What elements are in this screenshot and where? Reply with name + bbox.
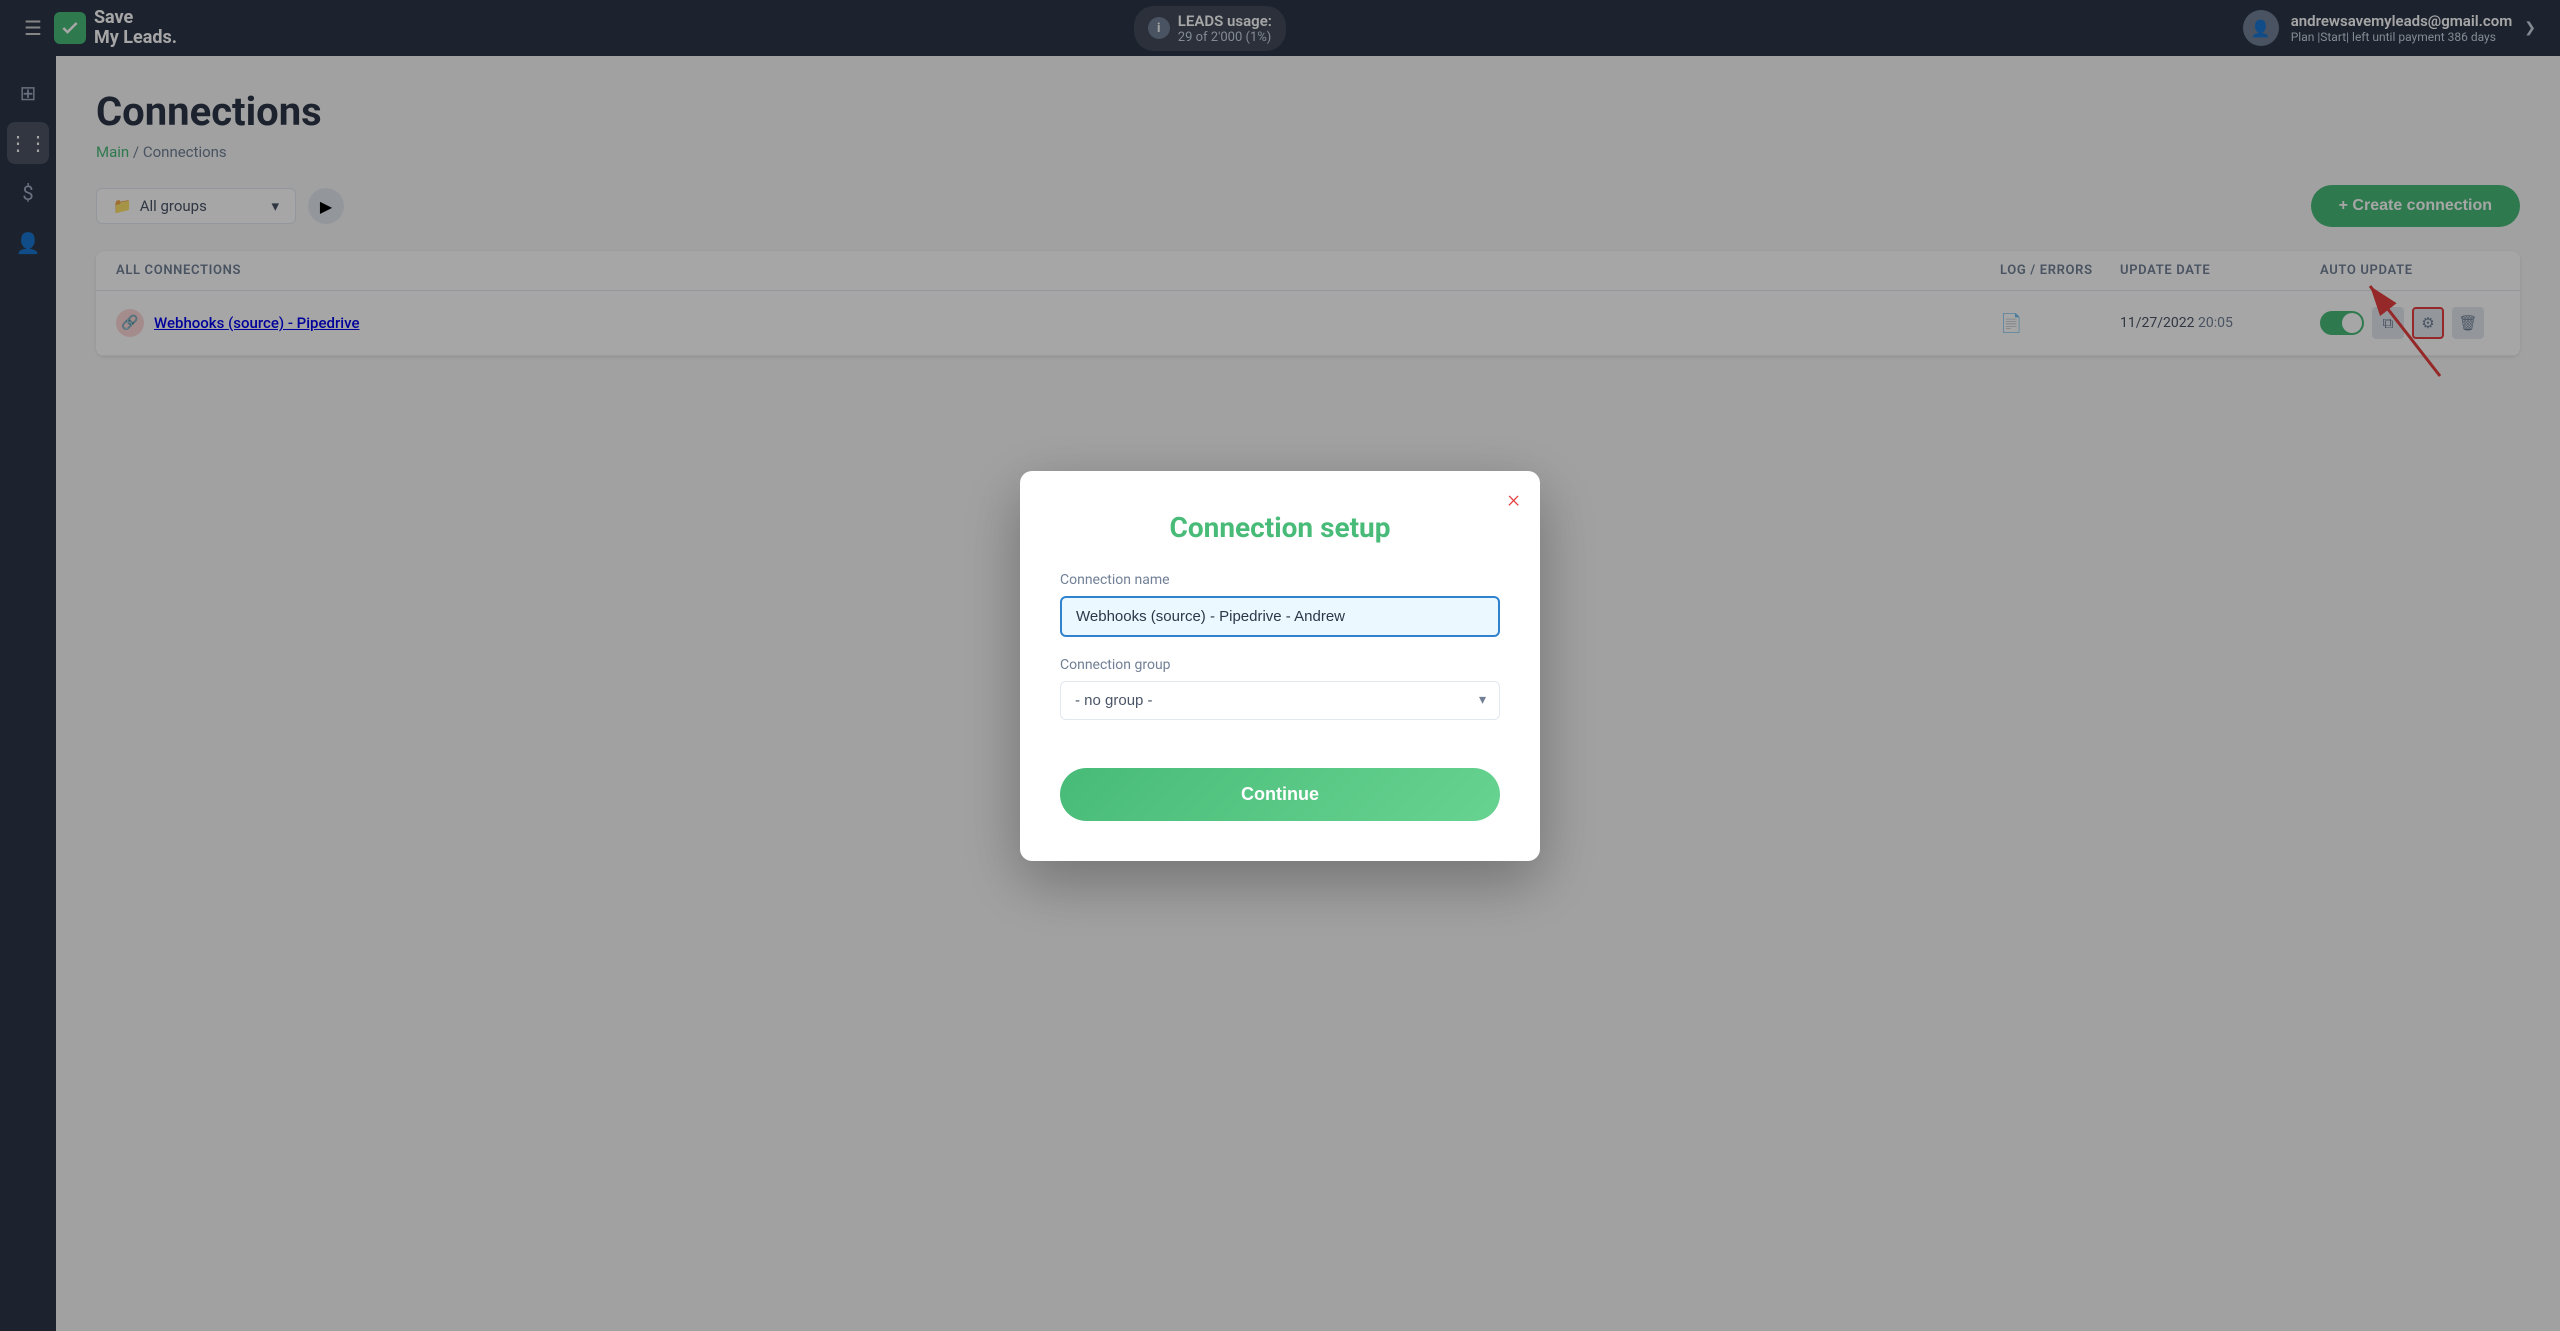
connection-group-group: Connection group - no group - Group 1 Gr… <box>1060 657 1500 720</box>
connection-group-label: Connection group <box>1060 657 1500 673</box>
modal-title: Connection setup <box>1060 511 1500 544</box>
connection-name-input[interactable] <box>1060 596 1500 637</box>
connection-group-select[interactable]: - no group - Group 1 Group 2 <box>1060 681 1500 720</box>
connection-name-group: Connection name <box>1060 572 1500 637</box>
connection-name-label: Connection name <box>1060 572 1500 588</box>
group-select-wrapper: - no group - Group 1 Group 2 ▾ <box>1060 681 1500 720</box>
connection-setup-modal: × Connection setup Connection name Conne… <box>1020 471 1540 861</box>
continue-button[interactable]: Continue <box>1060 768 1500 821</box>
modal-close-button[interactable]: × <box>1507 487 1520 511</box>
